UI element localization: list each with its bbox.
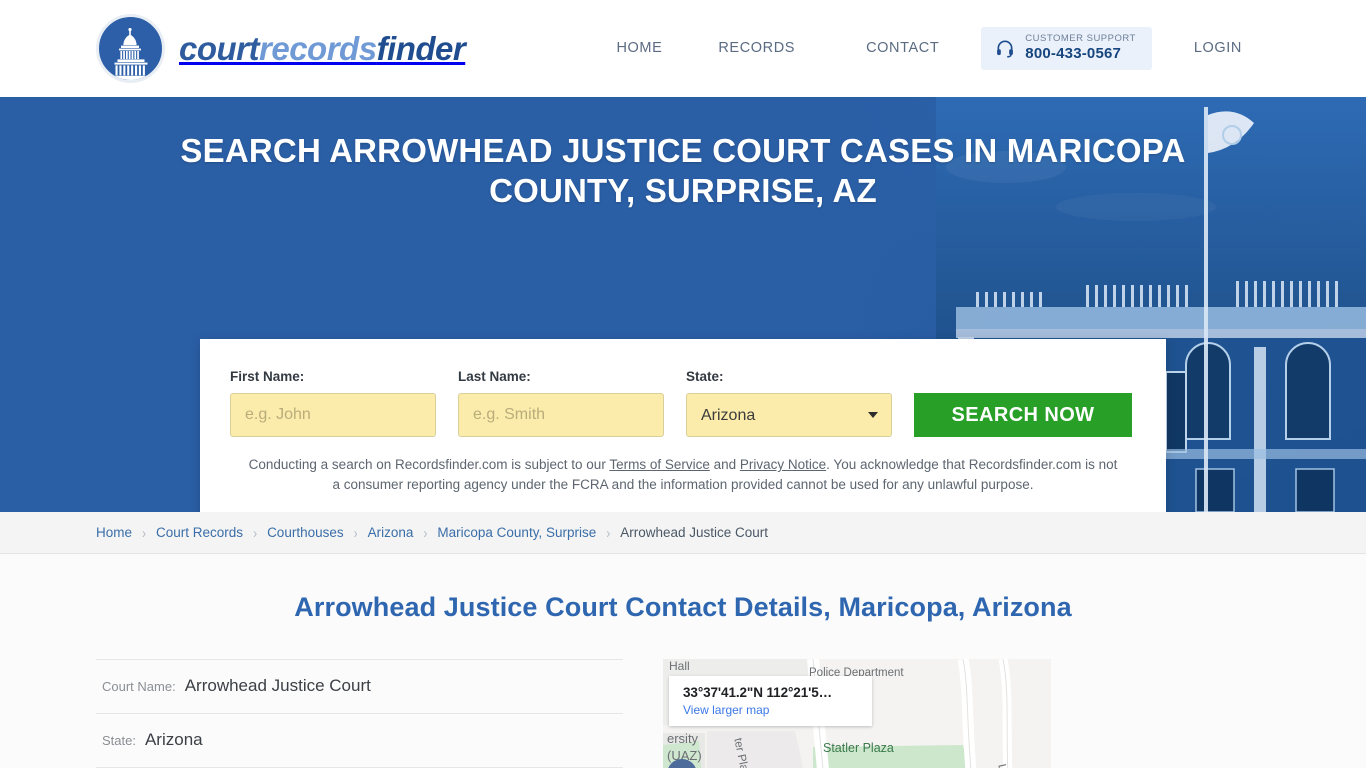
support-phone-number: 800-433-0567 [1025,44,1122,62]
detail-key: Court Name: [102,679,176,694]
calendar-icon [553,511,567,512]
detail-row: State: Arizona [96,714,623,768]
breadcrumb-item-home[interactable]: Home [96,525,132,540]
disclaimer-part-1: Conducting a search on Recordsfinder.com… [248,457,610,472]
location-map[interactable]: Police Department Statler Plaza ersity (… [663,659,1051,768]
nav-label-contact: CONTACT [866,40,940,57]
disclaimer-part-2: and [709,457,740,472]
last-name-field-group: Last Name: [458,369,664,437]
breadcrumb-item-arizona[interactable]: Arizona [368,525,414,540]
database-updated-text: Databases Updated on September 7, 2022 [576,511,814,512]
breadcrumb-separator: › [142,523,147,542]
headset-icon [995,38,1015,58]
breadcrumb: Home › Court Records › Courthouses › Arizona › M… [96,523,769,542]
search-disclaimer: Conducting a search on Recordsfinder.com… [230,455,1136,495]
hero-title: SEARCH ARROWHEAD JUSTICE COURT CASES IN … [180,132,1186,210]
logo-wordmark: courtrecordsfinder [179,29,466,68]
breadcrumb-separator: › [253,523,258,542]
breadcrumb-item-maricopa-county-surprise[interactable]: Maricopa County, Surprise [437,525,596,540]
breadcrumb-item-court-records[interactable]: Court Records [156,525,243,540]
state-field-group: State: ArizonaAlabamaAlaskaCaliforniaTex… [686,369,892,437]
first-name-label: First Name: [230,369,305,384]
map-label-statler-plaza: Statler Plaza [823,741,894,755]
map-label-hall: Hall [669,659,690,673]
state-select[interactable]: ArizonaAlabamaAlaskaCaliforniaTexas [686,393,892,437]
logo-word-records: records [259,29,377,67]
nav-label-home: HOME [616,40,663,57]
main-content: Arrowhead Justice Court Contact Details,… [0,554,1366,768]
logo-word-finder: finder [376,29,466,67]
last-name-label: Last Name: [458,369,531,384]
last-name-input[interactable] [458,393,664,437]
logo-word-court: court [179,29,260,67]
main-navigation: HOME RECORDS CONTACT CUSTOMER SUPPORT 80… [588,26,1270,71]
nav-label-login: LOGIN [1193,40,1242,57]
nav-item-records[interactable]: RECORDS [690,30,838,66]
capitol-dome-icon [96,14,165,83]
breadcrumb-separator: › [423,523,428,542]
nav-item-login[interactable]: LOGIN [1166,30,1270,66]
site-header: courtrecordsfinder HOME RECORDS CONTACT … [0,0,1366,97]
hero-banner: SEARCH ARROWHEAD JUSTICE COURT CASES IN … [0,97,1366,512]
breadcrumb-item-courthouses[interactable]: Courthouses [267,525,344,540]
breadcrumb-separator: › [353,523,358,542]
customer-support-button[interactable]: CUSTOMER SUPPORT 800-433-0567 [981,26,1152,71]
detail-row: Court Name: Arrowhead Justice Court [96,659,623,714]
terms-of-service-link[interactable]: Terms of Service [609,457,710,472]
breadcrumb-item-arrowhead-justice-court: Arrowhead Justice Court [620,525,769,540]
support-label: CUSTOMER SUPPORT [1025,32,1136,44]
state-label: State: [686,369,724,384]
nav-label-records: RECORDS [718,40,796,57]
map-coordinate-callout: 33°37'41.2"N 112°21'5… View larger map [669,676,873,726]
nav-item-contact[interactable]: CONTACT [838,30,967,66]
first-name-field-group: First Name: [230,369,436,437]
first-name-input[interactable] [230,393,436,437]
database-updated-note: Databases Updated on September 7, 2022 [230,511,1136,512]
details-and-map: Court Name: Arrowhead Justice Court State:… [0,623,1366,768]
search-form-row: First Name: Last Name: State: ArizonaAla… [230,369,1136,437]
detail-value: Arrowhead Justice Court [184,676,371,695]
breadcrumb-bar: Home › Court Records › Courthouses › Arizona › M… [0,512,1366,554]
map-coordinates-text: 33°37'41.2"N 112°21'5… [683,685,833,700]
breadcrumb-separator: › [606,523,611,542]
nav-item-home[interactable]: HOME [588,30,690,66]
site-logo[interactable]: courtrecordsfinder [96,14,466,83]
page-title: Arrowhead Justice Court Contact Details,… [294,592,1072,622]
map-label-university: ersity [667,731,699,746]
search-form-card: First Name: Last Name: State: ArizonaAla… [200,339,1166,512]
detail-key: State: [102,733,136,748]
view-larger-map-link[interactable]: View larger map [683,703,832,717]
detail-value: Arizona [144,730,203,749]
search-now-button[interactable]: SEARCH NOW [914,393,1132,437]
court-details-list: Court Name: Arrowhead Justice Court State:… [96,659,623,768]
privacy-notice-link[interactable]: Privacy Notice [740,457,826,472]
